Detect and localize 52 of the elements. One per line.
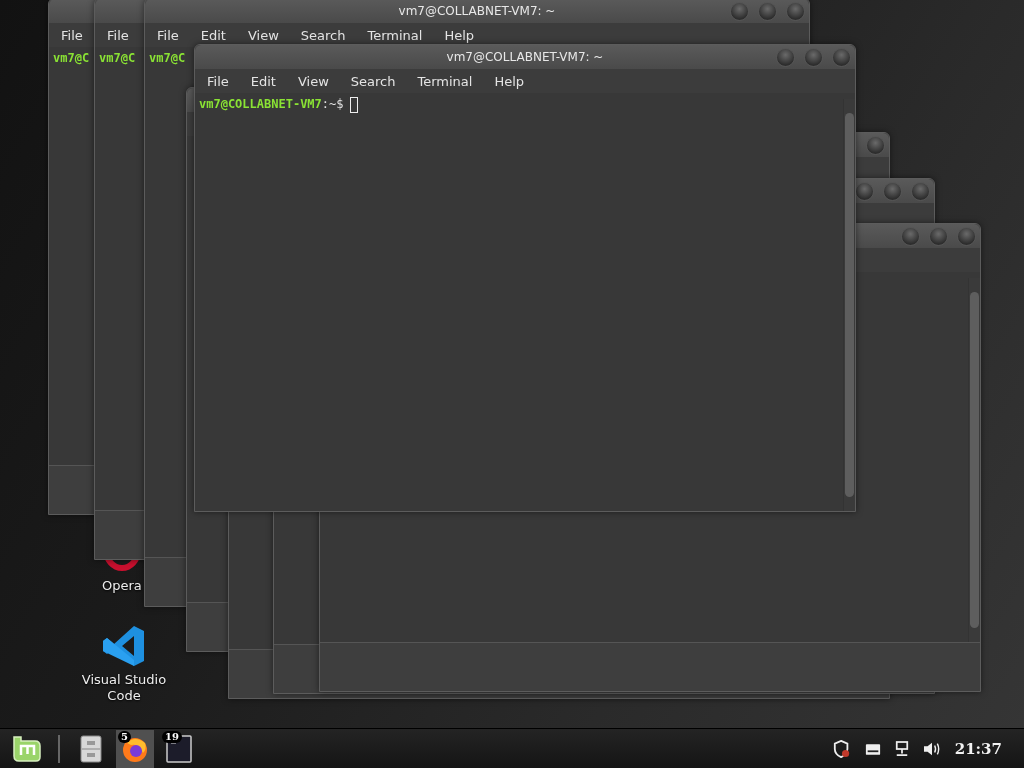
window-control-button[interactable] — [730, 2, 749, 21]
prompt-text: vm7@C — [149, 51, 186, 65]
shield-icon[interactable] — [832, 740, 851, 758]
window-title: vm7@COLLABNET-VM7: ~ — [446, 50, 604, 64]
window-control-button[interactable] — [901, 227, 920, 246]
desktop-icon-label[interactable]: Visual Studio Code — [72, 672, 176, 704]
window-control-button[interactable] — [866, 136, 885, 155]
window-control-button[interactable] — [911, 182, 930, 201]
window-control-button[interactable] — [758, 2, 777, 21]
volume-icon[interactable] — [922, 741, 941, 757]
menu-item[interactable]: Search — [342, 73, 404, 89]
scrollbar[interactable] — [968, 278, 980, 642]
window-control-button[interactable] — [883, 182, 902, 201]
terminal-button[interactable]: 19 — [160, 730, 198, 768]
prompt-path: :~$ — [321, 97, 344, 111]
menu-item[interactable]: File — [199, 73, 237, 89]
window-control-button[interactable] — [957, 227, 976, 246]
browser-button[interactable]: 5 — [116, 730, 154, 768]
window-count-badge: 19 — [162, 731, 182, 743]
text-cursor — [349, 97, 358, 113]
menu-item[interactable]: Terminal — [409, 73, 481, 89]
prompt-text: vm7@C — [53, 51, 90, 65]
prompt-user: vm7@COLLABNET-VM7 — [199, 97, 322, 111]
desktop-icon-label[interactable]: Opera — [102, 578, 142, 594]
menu-item[interactable]: Edit — [242, 73, 284, 89]
menu-item[interactable]: Help — [436, 27, 483, 43]
menu-item[interactable]: Edit — [192, 27, 234, 43]
window-control-button[interactable] — [786, 2, 805, 21]
menu-item[interactable]: File — [99, 27, 137, 43]
menu-item[interactable]: File — [149, 27, 187, 43]
menu-item[interactable]: View — [289, 73, 337, 89]
code-editor-icon[interactable] — [102, 624, 146, 668]
network-icon[interactable] — [894, 741, 909, 757]
window-title: vm7@COLLABNET-VM7: ~ — [398, 4, 556, 18]
window-control-button[interactable] — [832, 48, 851, 67]
window-control-button[interactable] — [929, 227, 948, 246]
menu-item[interactable]: File — [53, 27, 91, 43]
prompt-text: vm7@C — [99, 51, 136, 65]
fox-globe-icon — [121, 735, 149, 763]
clock[interactable]: 21:37 — [954, 740, 1002, 758]
scrollbar[interactable] — [843, 99, 855, 511]
window-control-button[interactable] — [804, 48, 823, 67]
menu-item[interactable]: Terminal — [359, 27, 431, 43]
menu-item[interactable]: View — [239, 27, 287, 43]
mint-logo-icon — [13, 736, 41, 762]
window-count-badge: 5 — [118, 731, 131, 743]
terminal-icon — [166, 735, 192, 763]
menu-item[interactable]: Help — [486, 73, 533, 89]
file-cabinet-icon — [80, 735, 102, 763]
window-control-button[interactable] — [776, 48, 795, 67]
menu-item[interactable]: Search — [292, 27, 354, 43]
display-icon[interactable] — [864, 742, 881, 756]
